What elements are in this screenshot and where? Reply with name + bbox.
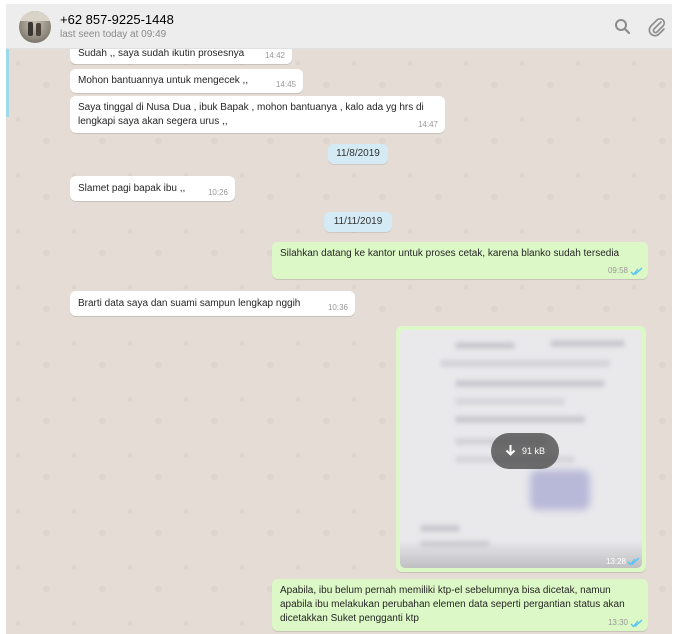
chat-header: +62 857-9225-1448 last seen today at 09:… [6, 4, 672, 49]
message-text-line: dicetakkan Suket pengganti ktp [280, 613, 419, 624]
double-check-icon [627, 557, 640, 566]
message-text: Silahkan datang ke kantor untuk proses c… [280, 248, 620, 259]
last-seen-status: last seen today at 09:49 [60, 29, 167, 40]
double-check-icon [630, 267, 643, 276]
message-time: 14:42 [264, 51, 285, 60]
message-bubble[interactable]: Sudah ,, saya sudah ikutin prosesnya 14:… [70, 49, 292, 64]
search-icon[interactable] [612, 16, 634, 38]
message-text-line: Saya tinggal di Nusa Dua , ibuk Bapak , … [78, 102, 424, 113]
contact-name[interactable]: +62 857-9225-1448 [60, 12, 174, 27]
message-text: Sudah ,, saya sudah ikutin prosesnya [78, 49, 245, 59]
message-text-line: Apabila, ibu belum pernah memiliki ktp-e… [280, 585, 611, 596]
message-text: Mohon bantuannya untuk mengecek ,, [78, 75, 249, 86]
message-time: 13:30 [607, 618, 628, 627]
message-bubble[interactable]: Silahkan datang ke kantor untuk proses c… [272, 242, 648, 279]
message-time: 14:45 [275, 80, 296, 89]
message-bubble[interactable]: Slamet pagi bapak ibu ,, 10:26 [70, 176, 235, 201]
download-button[interactable]: 91 kB [491, 433, 559, 469]
image-message[interactable]: 91 kB 13:28 [396, 326, 646, 572]
message-text: Brarti data saya dan suami sampun lengka… [78, 298, 301, 309]
message-text: Slamet pagi bapak ibu ,, [78, 183, 186, 194]
scroll-accent [6, 49, 9, 117]
message-time: 13:28 [605, 557, 626, 566]
paperclip-icon[interactable] [646, 16, 668, 38]
message-text-line: lengkapi saya akan segera urus ,, [78, 116, 228, 127]
message-text-line: apabila ibu melakukan perubahan elemen d… [280, 599, 625, 610]
date-divider: 11/8/2019 [328, 144, 388, 164]
message-bubble[interactable]: Apabila, ibu belum pernah memiliki ktp-e… [272, 579, 648, 631]
contact-avatar[interactable] [19, 11, 51, 43]
date-divider: 11/11/2019 [324, 212, 392, 232]
double-check-icon [630, 619, 643, 628]
message-bubble[interactable]: Mohon bantuannya untuk mengecek ,, 14:45 [70, 69, 303, 93]
message-time: 10:26 [207, 188, 228, 197]
message-time: 09:58 [607, 266, 628, 275]
message-list[interactable]: Sudah ,, saya sudah ikutin prosesnya 14:… [6, 49, 672, 634]
message-time: 14:47 [417, 120, 438, 129]
chat-window: +62 857-9225-1448 last seen today at 09:… [6, 4, 672, 634]
blurred-image-preview[interactable]: 91 kB [400, 330, 642, 568]
message-bubble[interactable]: Brarti data saya dan suami sampun lengka… [70, 291, 355, 316]
message-bubble[interactable]: Saya tinggal di Nusa Dua , ibuk Bapak , … [70, 96, 445, 133]
message-time: 10:36 [327, 303, 348, 312]
download-arrow-icon [505, 445, 516, 456]
file-size-label: 91 kB [522, 446, 546, 456]
